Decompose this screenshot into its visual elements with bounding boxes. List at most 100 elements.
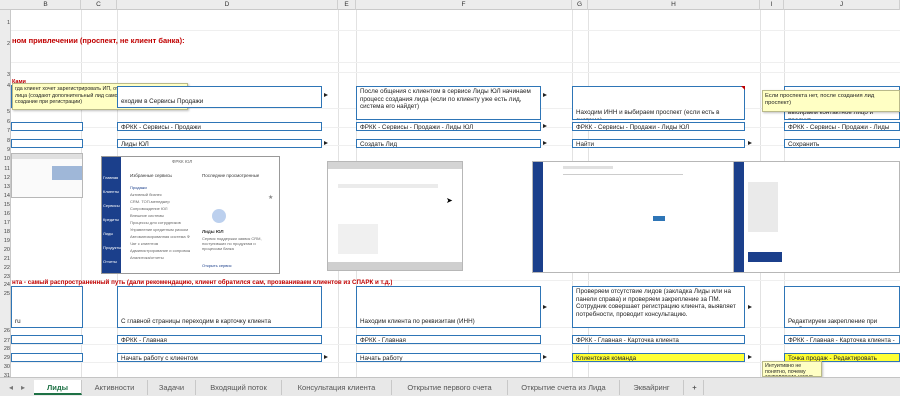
screenshot-thumbnail[interactable]: [11, 153, 83, 198]
row-number[interactable]: 9: [0, 147, 11, 153]
tab-activities[interactable]: Активности: [82, 380, 148, 395]
action-box-b[interactable]: [11, 139, 83, 148]
popup-nav-item[interactable]: Активный бизнес: [130, 192, 162, 197]
step-box-f2[interactable]: Находим клиента по реквизитам (ИНН): [356, 286, 541, 328]
next-sheet-icon[interactable]: ▸: [18, 380, 28, 395]
row-number[interactable]: 20: [0, 247, 11, 253]
row-number[interactable]: 29: [0, 355, 11, 361]
services-popup-screenshot[interactable]: Главная Клиенты Сервисы Кредиты Лиды Про…: [101, 156, 280, 274]
action-box-h2[interactable]: Клиентская команда: [572, 353, 745, 362]
column-header-c[interactable]: C: [81, 0, 117, 10]
popup-nav-item[interactable]: Чат с клиентом: [130, 241, 158, 246]
row-number[interactable]: 12: [0, 175, 11, 181]
client-card-screenshot[interactable]: [733, 161, 900, 273]
path-box-j[interactable]: ФРКК - Сервисы - Продажи - Лиды ЮЛ: [784, 122, 900, 131]
path-box-j2[interactable]: ФРКК - Главная - Карточка клиента - Глав…: [784, 335, 900, 344]
search-button[interactable]: [653, 216, 665, 221]
row-number[interactable]: 27: [0, 338, 11, 344]
leads-screenshot[interactable]: ➤: [327, 161, 463, 271]
path-box-h2[interactable]: ФРКК - Главная - Карточка клиента: [572, 335, 745, 344]
popup-nav-item[interactable]: Управление кредитным риском: [130, 227, 190, 232]
tab-account-from-lead[interactable]: Открытие счета из Лида: [508, 380, 620, 395]
popup-side-item[interactable]: Клиенты: [103, 189, 119, 194]
column-header-j[interactable]: J: [784, 0, 900, 10]
row-number[interactable]: 16: [0, 211, 11, 217]
row-number[interactable]: 15: [0, 202, 11, 208]
column-header-g[interactable]: G: [572, 0, 588, 10]
row-number[interactable]: 10: [0, 156, 11, 162]
row-number[interactable]: 22: [0, 265, 11, 271]
row-number[interactable]: 24: [0, 282, 11, 288]
action-box-f[interactable]: Создать Лид: [356, 139, 541, 148]
row-number[interactable]: 30: [0, 364, 11, 370]
path-box-d2[interactable]: ФРКК - Главная: [117, 335, 322, 344]
popup-side-item[interactable]: Продукты: [103, 245, 121, 250]
path-box-d[interactable]: ФРКК - Сервисы - Продажи: [117, 122, 322, 131]
popup-nav-item[interactable]: Внешние системы: [130, 213, 164, 218]
popup-nav-item[interactable]: Администрирование и сопровождение: [130, 248, 190, 253]
row-number[interactable]: 17: [0, 220, 11, 226]
popup-nav-item[interactable]: Автоматизированная система ФРКК: [130, 234, 190, 239]
popup-nav-item[interactable]: Продажи: [130, 185, 147, 190]
action-box-d2[interactable]: Начать работу с клиентом: [117, 353, 322, 362]
row-number[interactable]: 13: [0, 184, 11, 190]
column-header-f[interactable]: F: [356, 0, 572, 10]
prev-sheet-icon[interactable]: ◂: [6, 380, 16, 395]
service-name[interactable]: Лиды ЮЛ: [202, 229, 224, 234]
action-box-j[interactable]: Сохранить: [784, 139, 900, 148]
popup-side-item[interactable]: Кредиты: [103, 217, 119, 222]
star-icon[interactable]: ★: [268, 194, 273, 201]
row-number[interactable]: 25: [0, 291, 11, 297]
step-box-d2[interactable]: С главной страницы переходим в карточку …: [117, 286, 322, 328]
column-header-e[interactable]: E: [338, 0, 356, 10]
row-number[interactable]: 14: [0, 193, 11, 199]
step-box-f[interactable]: После общения с клиентом в сервисе Лиды …: [356, 86, 541, 120]
path-box-f2[interactable]: ФРКК - Главная: [356, 335, 541, 344]
popup-side-item[interactable]: Лиды: [103, 231, 113, 236]
column-header-h[interactable]: H: [588, 0, 760, 10]
row-number[interactable]: 26: [0, 328, 11, 334]
row-number[interactable]: 8: [0, 138, 11, 144]
popup-nav-item[interactable]: Аналитика/отчеты: [130, 255, 164, 260]
row-number[interactable]: 28: [0, 346, 11, 352]
row-number[interactable]: 1: [0, 20, 11, 26]
row-number[interactable]: 21: [0, 256, 11, 262]
tab-leads[interactable]: Лиды: [34, 380, 82, 395]
path-box-f[interactable]: ФРКК - Сервисы - Продажи - Лиды ЮЛ: [356, 122, 541, 131]
popup-side-item[interactable]: Главная: [103, 175, 118, 180]
row-number[interactable]: 19: [0, 238, 11, 244]
row-number[interactable]: 5: [0, 109, 11, 115]
path-box-b2[interactable]: [11, 335, 83, 344]
row-number[interactable]: 3: [0, 72, 11, 78]
step-box-d[interactable]: еходим в Сервисы Продажи: [117, 86, 322, 108]
tab-tasks[interactable]: Задачи: [148, 380, 196, 395]
step-box-j2[interactable]: Редактируем закрепление при необход: [784, 286, 900, 328]
step-box-h2[interactable]: Проверяем отсутствие лидов (закладка Лид…: [572, 286, 745, 328]
column-header-i[interactable]: I: [760, 0, 784, 10]
add-sheet-button[interactable]: +: [686, 380, 704, 395]
action-box-f2[interactable]: Начать работу: [356, 353, 541, 362]
action-box-h[interactable]: Найти: [572, 139, 745, 148]
row-number[interactable]: 23: [0, 274, 11, 280]
popup-nav-item[interactable]: Сопровождение ЮЛ: [130, 206, 168, 211]
row-number[interactable]: 2: [0, 41, 11, 47]
path-box-h[interactable]: ФРКК - Сервисы - Продажи - Лиды ЮЛ: [572, 122, 745, 131]
path-box-b[interactable]: [11, 122, 83, 131]
row-number[interactable]: 4: [0, 83, 11, 89]
action-box-d[interactable]: Лиды ЮЛ: [117, 139, 322, 148]
action-box-b2[interactable]: [11, 353, 83, 362]
row-number[interactable]: 7: [0, 128, 11, 134]
step-box-h[interactable]: Находим ИНН и выбираем проспект (если ес…: [572, 86, 745, 120]
column-header-b[interactable]: B: [11, 0, 81, 10]
popup-nav-item[interactable]: Процессы для сотрудников: [130, 220, 181, 225]
column-header-d[interactable]: D: [117, 0, 338, 10]
row-number[interactable]: 18: [0, 229, 11, 235]
row-number[interactable]: 6: [0, 119, 11, 125]
tab-first-account[interactable]: Открытие первого счета: [392, 380, 508, 395]
popup-side-item[interactable]: Сервисы: [103, 203, 120, 208]
tab-incoming-flow[interactable]: Входящий поток: [196, 380, 282, 395]
row-number[interactable]: 11: [0, 166, 11, 172]
client-search-screenshot[interactable]: [532, 161, 742, 273]
popup-nav-item[interactable]: CRM. ТОП-менеджер: [130, 199, 170, 204]
tab-acquiring[interactable]: Эквайринг: [620, 380, 684, 395]
